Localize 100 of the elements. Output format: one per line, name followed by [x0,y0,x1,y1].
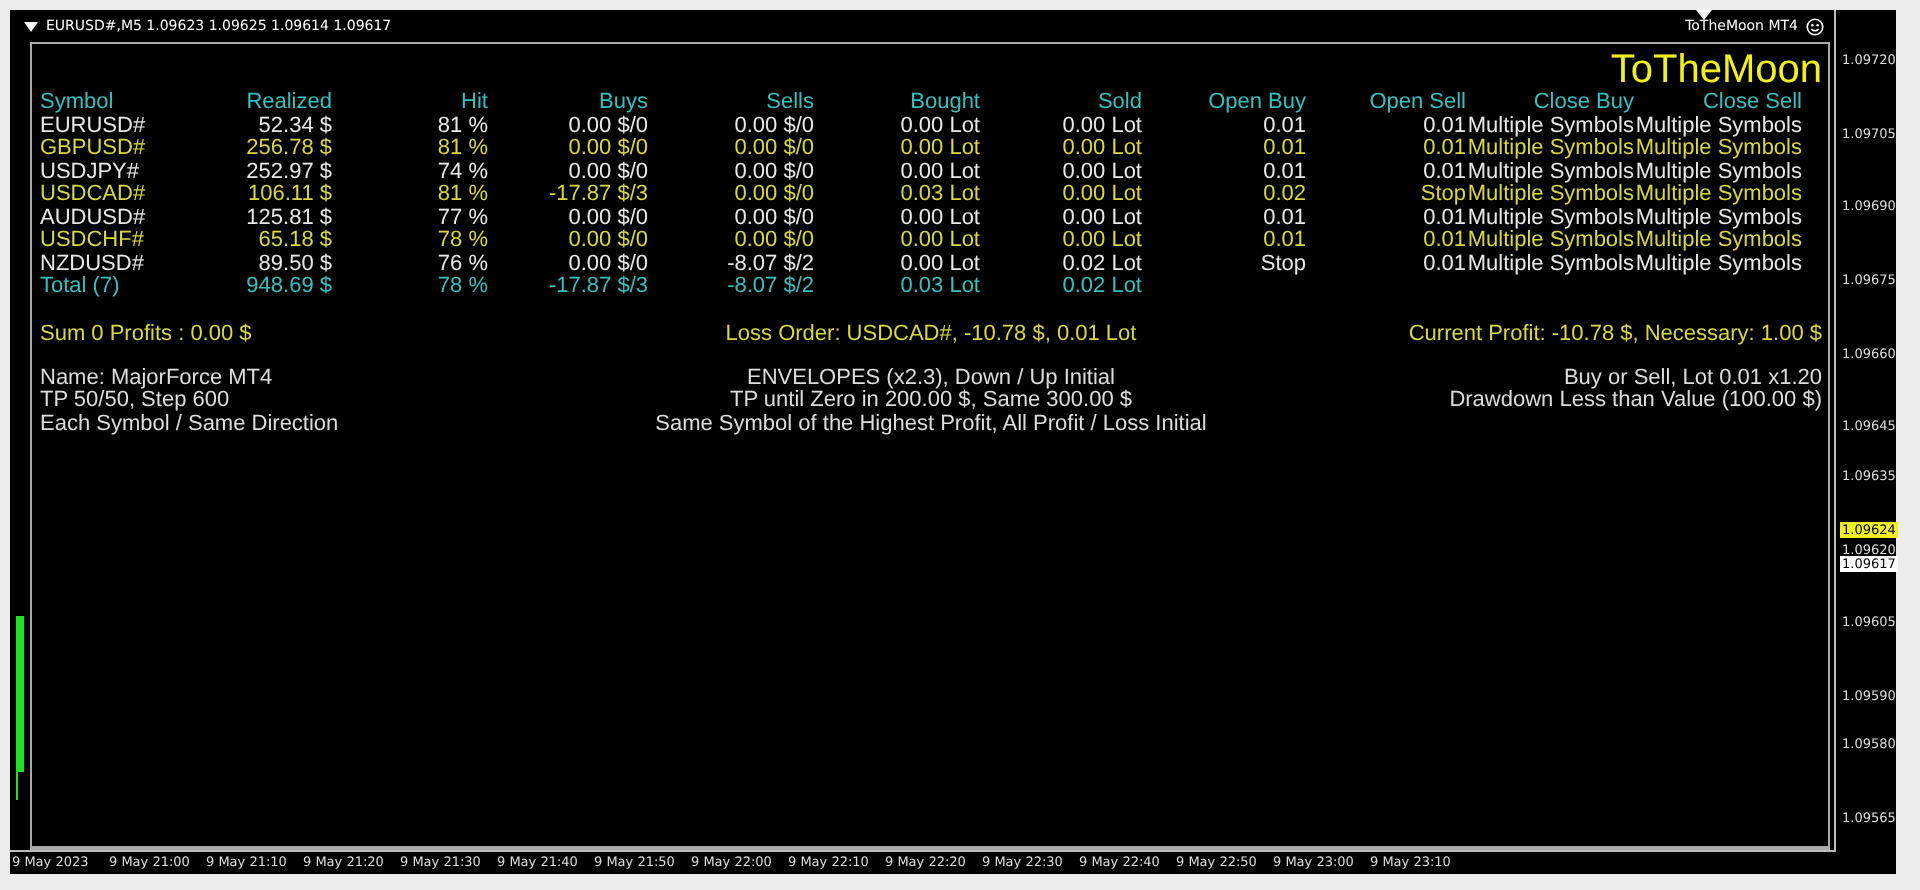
table-cell-text: 125.81 $ [246,207,332,229]
table-cell: Multiple Symbols [1635,115,1802,138]
table-cell: 0.01 [1263,230,1306,253]
table-cell: Multiple Symbols [1635,253,1802,276]
table-cell-text: 0.00 $/0 [568,253,648,275]
table-cell: 0.01 [1423,207,1466,230]
table-cell: Multiple Symbols [1635,161,1802,184]
table-cell: Multiple Symbols [1467,161,1634,184]
table-cell: 0.02 Lot [1062,276,1142,299]
column-header: Open Sell [1367,92,1466,115]
table-cell: 0.00 Lot [1062,138,1142,161]
table-cell: 0.00 Lot [1062,184,1142,207]
table-cell: 0.01 [1263,207,1306,230]
table-cell: 0.00 Lot [900,207,980,230]
table-cell: USDCAD# [40,184,146,207]
table-cell: 78 % [437,276,488,299]
table-cell: 76 % [437,253,488,276]
table-cell: 0.00 Lot [1062,115,1142,138]
heading: ToTheMoon [1610,48,1822,92]
table-cell: Multiple Symbols [1467,253,1634,276]
table-cell: -17.87 $/3 [548,276,648,299]
table-cell: 0.00 Lot [900,138,980,161]
table-cell: 0.01 [1263,138,1306,161]
table-cell: GBPUSD# [40,138,146,161]
table-cell: 81 % [437,138,488,161]
table-cell: 0.00 $/0 [568,138,648,161]
info-text: Each Symbol / Same Direction [40,413,339,436]
table-cell: 0.03 Lot [900,184,980,207]
table-cell: 0.01 [1423,115,1466,138]
table-cell: Multiple Symbols [1635,230,1802,253]
table-cell: Multiple Symbols [1635,207,1802,230]
table-cell-text: 0.00 $/0 [734,207,814,229]
column-header: Sold [1095,92,1142,115]
column-header: Symbol [40,92,116,115]
summary-text: Loss Order: USDCAD#, -10.78 $, 0.01 Lot [723,321,1139,345]
table-cell: Multiple Symbols [1467,138,1634,161]
table-cell: 0.00 $/0 [734,184,814,207]
table-cell: 65.18 $ [258,230,332,253]
table-cell: EURUSD# [40,115,146,138]
table-cell: 106.11 $ [247,184,332,207]
table-cell-text: 0.00 $/0 [568,161,648,183]
table-cell: 0.00 Lot [1062,161,1142,184]
table-cell: 0.01 [1263,115,1306,138]
table-cell: 0.01 [1423,138,1466,161]
column-header: Open Buy [1206,92,1306,115]
column-header: Close Buy [1531,92,1634,115]
table-cell: 0.00 Lot [900,253,980,276]
table-cell: 0.01 [1423,161,1466,184]
table-cell: 0.00 $/0 [568,230,648,253]
table-cell: 0.01 [1263,161,1306,184]
table-cell: 0.01 [1423,253,1466,276]
table-cell-text: 0.00 $/0 [568,115,648,137]
table-cell: NZDUSD# [40,253,144,276]
table-cell: 0.00 $/0 [734,230,814,253]
info-text: TP until Zero in 200.00 $, Same 300.00 $ [730,390,1132,413]
column-header: Realized [244,92,332,115]
column-header: Close Sell [1700,92,1802,115]
table-cell: 0.02 Lot [1062,253,1142,276]
table-cell: 0.00 Lot [900,161,980,184]
shift-marker-icon[interactable] [1696,10,1712,20]
table-cell: 78 % [437,230,488,253]
table-cell: 81 % [437,184,488,207]
table-cell: 0.00 $/0 [734,138,814,161]
table-cell: 0.01 [1423,230,1466,253]
table-cell: 256.78 $ [246,138,332,161]
dropdown-icon[interactable] [24,21,38,31]
table-cell-text: 252.97 $ [246,161,332,183]
info-text: Buy or Sell, Lot 0.01 x1.20 [1563,367,1822,389]
summary-text: Sum 0 Profits : 0.00 $ [40,321,254,345]
table-cell: 0.00 Lot [900,230,980,253]
table-cell: 0.03 Lot [900,276,980,299]
table-cell: Multiple Symbols [1467,230,1634,253]
column-header: Hit [459,92,488,115]
info-text: TP 50/50, Step 600 [40,390,230,413]
table-cell-text: -8.07 $/2 [727,253,814,275]
table-cell: 74 % [437,161,488,184]
info-text: Same Symbol of the Highest Profit, All Profit / Loss Initial [655,413,1207,436]
table-cell: Multiple Symbols [1635,138,1802,161]
summary-text: Current Profit: -10.78 $, Necessary: 1.00 $ [1406,321,1822,345]
table-cell-text: 0.00 $/0 [568,207,648,229]
table-cell: 81 % [437,115,488,138]
table-cell: Total (7) [40,276,120,299]
table-cell: 948.69 $ [246,276,332,299]
table-cell: AUDUSD# [40,207,146,230]
table-cell: Multiple Symbols [1467,115,1634,138]
smiley-icon [1806,17,1824,35]
column-header: Buys [597,92,648,115]
table-cell: 0.00 Lot [900,115,980,138]
column-header: Sells [764,92,814,115]
table-cell: 0.00 Lot [1062,230,1142,253]
table-cell: Stop [1260,253,1306,276]
info-text: Name: MajorForce MT4 [40,367,273,390]
info-text: ENVELOPES (x2.3), Down / Up Initial [746,367,1115,389]
info-text: Drawdown Less than Value (100.00 $) [1449,390,1822,413]
table-cell: 77 % [437,207,488,230]
table-cell-text: 0.00 $/0 [734,115,814,137]
table-cell: -8.07 $/2 [727,276,814,299]
column-header: Bought [908,92,980,115]
table-cell: -17.87 $/3 [548,184,648,207]
table-cell: Stop [1420,184,1466,207]
